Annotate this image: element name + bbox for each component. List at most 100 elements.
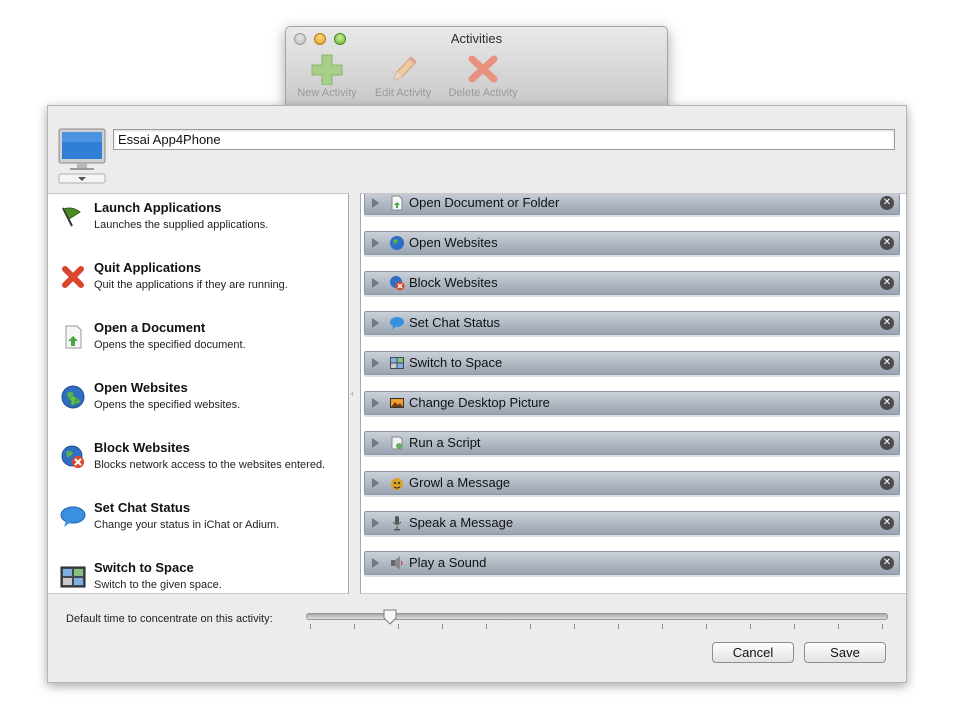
action-row[interactable]: Block Websites ✕ bbox=[364, 271, 900, 295]
library-item[interactable]: Set Chat Status Change your status in iC… bbox=[48, 494, 348, 554]
slider-knob[interactable] bbox=[383, 609, 397, 625]
delete-activity-button[interactable]: Delete Activity bbox=[442, 53, 524, 99]
chat-bubble-icon bbox=[390, 317, 404, 330]
delete-activity-label: Delete Activity bbox=[448, 87, 518, 99]
remove-action-icon[interactable]: ✕ bbox=[880, 436, 894, 450]
script-icon bbox=[391, 436, 403, 450]
disclosure-triangle-icon[interactable] bbox=[372, 398, 379, 408]
remove-action-icon[interactable]: ✕ bbox=[880, 556, 894, 570]
remove-action-icon[interactable]: ✕ bbox=[880, 476, 894, 490]
slider-tick bbox=[354, 624, 355, 629]
library-item[interactable]: Switch to Space Switch to the given spac… bbox=[48, 554, 348, 593]
disclosure-triangle-icon[interactable] bbox=[372, 238, 379, 248]
new-activity-label: New Activity bbox=[297, 87, 357, 99]
activity-name-field[interactable] bbox=[113, 129, 895, 150]
library-item-desc: Quit the applications if they are runnin… bbox=[94, 279, 288, 291]
library-item-desc: Blocks network access to the websites en… bbox=[94, 459, 326, 471]
action-label: Play a Sound bbox=[409, 555, 487, 570]
action-row[interactable]: Speak a Message ✕ bbox=[364, 511, 900, 535]
action-label: Set Chat Status bbox=[409, 315, 501, 330]
disclosure-triangle-icon[interactable] bbox=[372, 558, 379, 568]
action-row[interactable]: Play a Sound ✕ bbox=[364, 551, 900, 575]
edit-activity-label: Edit Activity bbox=[374, 87, 432, 99]
action-library-list[interactable]: Launch Applications Launches the supplie… bbox=[48, 193, 349, 594]
slider-tick bbox=[794, 624, 795, 629]
action-row[interactable]: Open Websites ✕ bbox=[364, 231, 900, 255]
library-item-desc: Change your status in iChat or Adium. bbox=[94, 519, 280, 531]
library-item-title: Launch Applications bbox=[94, 200, 222, 215]
remove-action-icon[interactable]: ✕ bbox=[880, 196, 894, 210]
microphone-icon bbox=[392, 516, 402, 531]
split-view-handle[interactable]: ‹ bbox=[351, 389, 354, 398]
action-label: Run a Script bbox=[409, 435, 481, 450]
library-item[interactable]: Block Websites Blocks network access to … bbox=[48, 434, 348, 494]
disclosure-triangle-icon[interactable] bbox=[372, 438, 379, 448]
remove-action-icon[interactable]: ✕ bbox=[880, 276, 894, 290]
action-row[interactable]: Set Chat Status ✕ bbox=[364, 311, 900, 335]
action-row[interactable]: Switch to Space ✕ bbox=[364, 351, 900, 375]
disclosure-triangle-icon[interactable] bbox=[372, 518, 379, 528]
window-title: Activities bbox=[450, 31, 503, 46]
library-item[interactable]: Open a Document Opens the specified docu… bbox=[48, 314, 348, 374]
action-label: Switch to Space bbox=[409, 355, 503, 370]
picture-icon bbox=[390, 398, 404, 408]
slider-tick bbox=[530, 624, 531, 629]
save-button[interactable]: Save bbox=[804, 642, 886, 663]
spaces-icon bbox=[390, 357, 404, 369]
flag-icon bbox=[60, 204, 86, 230]
slider-tick bbox=[662, 624, 663, 629]
activity-icon-picker[interactable] bbox=[58, 128, 106, 184]
slider-tick bbox=[574, 624, 575, 629]
remove-action-icon[interactable]: ✕ bbox=[880, 236, 894, 250]
blocked-globe-icon bbox=[60, 444, 86, 470]
remove-action-icon[interactable]: ✕ bbox=[880, 516, 894, 530]
delete-x-icon bbox=[468, 55, 498, 83]
action-row[interactable]: Change Desktop Picture ✕ bbox=[364, 391, 900, 415]
disclosure-triangle-icon[interactable] bbox=[372, 278, 379, 288]
action-row[interactable]: Run a Script ✕ bbox=[364, 431, 900, 455]
disclosure-triangle-icon[interactable] bbox=[372, 318, 379, 328]
red-x-icon bbox=[60, 264, 86, 290]
remove-action-icon[interactable]: ✕ bbox=[880, 356, 894, 370]
edit-activity-button[interactable]: Edit Activity bbox=[370, 53, 436, 99]
library-item[interactable]: Quit Applications Quit the applications … bbox=[48, 254, 348, 314]
slider-tick bbox=[706, 624, 707, 629]
library-item[interactable]: Launch Applications Launches the supplie… bbox=[48, 194, 348, 254]
action-label: Open Websites bbox=[409, 235, 498, 250]
action-label: Block Websites bbox=[409, 275, 498, 290]
slider-tick bbox=[838, 624, 839, 629]
library-item-desc: Opens the specified websites. bbox=[94, 399, 241, 411]
disclosure-triangle-icon[interactable] bbox=[372, 198, 379, 208]
library-item-title: Set Chat Status bbox=[94, 500, 191, 515]
disclosure-triangle-icon[interactable] bbox=[372, 358, 379, 368]
slider-tick bbox=[882, 624, 883, 629]
cancel-button[interactable]: Cancel bbox=[712, 642, 794, 663]
activities-toolbar-window: Activities New Activity Edit Activity De… bbox=[285, 26, 668, 106]
activity-actions-list[interactable]: Open Document or Folder ✕ Open Websites … bbox=[360, 193, 906, 594]
library-item-title: Block Websites bbox=[94, 440, 190, 455]
slider-tick bbox=[750, 624, 751, 629]
remove-action-icon[interactable]: ✕ bbox=[880, 396, 894, 410]
slider-tick bbox=[398, 624, 399, 629]
blocked-globe-icon bbox=[390, 276, 405, 291]
action-row[interactable]: Growl a Message ✕ bbox=[364, 471, 900, 495]
spaces-icon bbox=[60, 564, 86, 590]
library-item-desc: Switch to the given space. bbox=[94, 579, 222, 591]
action-label: Change Desktop Picture bbox=[409, 395, 550, 410]
slider-tick bbox=[618, 624, 619, 629]
action-row[interactable]: Open Document or Folder ✕ bbox=[364, 194, 900, 215]
remove-action-icon[interactable]: ✕ bbox=[880, 316, 894, 330]
disclosure-triangle-icon[interactable] bbox=[372, 478, 379, 488]
library-item-desc: Launches the supplied applications. bbox=[94, 219, 269, 231]
library-item[interactable]: Open Websites Opens the specified websit… bbox=[48, 374, 348, 434]
library-item-title: Quit Applications bbox=[94, 260, 202, 275]
globe-icon bbox=[390, 236, 404, 250]
action-label: Speak a Message bbox=[409, 515, 514, 530]
slider-tick bbox=[486, 624, 487, 629]
library-item-desc: Opens the specified document. bbox=[94, 339, 246, 351]
activity-editor-window: Launch Applications Launches the supplie… bbox=[47, 105, 907, 683]
document-icon bbox=[60, 324, 86, 350]
new-activity-button[interactable]: New Activity bbox=[294, 53, 360, 99]
speaker-icon bbox=[391, 556, 403, 570]
pencil-icon bbox=[393, 56, 417, 81]
